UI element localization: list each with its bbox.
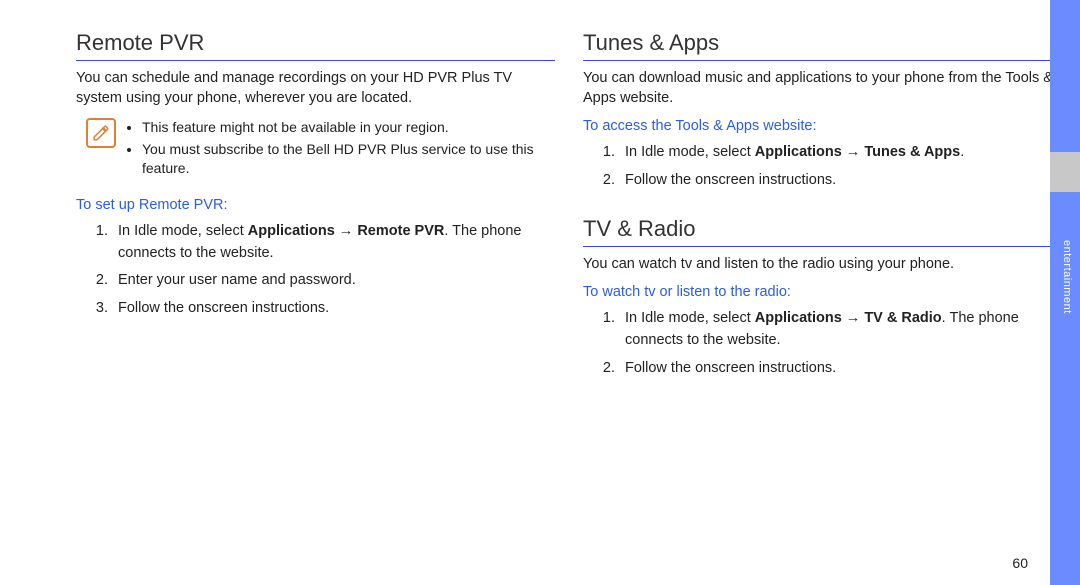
sidebar-label: entertainment — [1061, 240, 1073, 314]
step-item: In Idle mode, select Applications → TV &… — [619, 308, 1062, 352]
remote-pvr-description: You can schedule and manage recordings o… — [76, 69, 555, 108]
note-bullet-list: This feature might not be available in y… — [126, 118, 555, 181]
note-item: You must subscribe to the Bell HD PVR Pl… — [142, 140, 555, 179]
step-item: Follow the onscreen instructions. — [619, 170, 1062, 192]
subheading-watch-tv-radio: To watch tv or listen to the radio: — [583, 284, 1062, 300]
right-column: Tunes & Apps You can download music and … — [583, 30, 1062, 385]
note-item: This feature might not be available in y… — [142, 118, 555, 138]
step-item: Enter your user name and password. — [112, 270, 555, 292]
note-pencil-icon — [86, 118, 116, 148]
sidebar-section-marker — [1050, 152, 1080, 192]
left-column: Remote PVR You can schedule and manage r… — [76, 30, 555, 385]
page-number: 60 — [1012, 555, 1028, 571]
heading-tv-radio: TV & Radio — [583, 216, 1062, 247]
step-item: In Idle mode, select Applications → Remo… — [112, 221, 555, 265]
tunes-apps-description: You can download music and applications … — [583, 69, 1062, 108]
note-box: This feature might not be available in y… — [86, 118, 555, 181]
heading-remote-pvr: Remote PVR — [76, 30, 555, 61]
subheading-setup-remote-pvr: To set up Remote PVR: — [76, 197, 555, 213]
heading-tunes-apps: Tunes & Apps — [583, 30, 1062, 61]
page-body: Remote PVR You can schedule and manage r… — [0, 0, 1080, 405]
remote-pvr-steps: In Idle mode, select Applications → Remo… — [76, 221, 555, 320]
step-item: Follow the onscreen instructions. — [112, 298, 555, 320]
step-item: In Idle mode, select Applications → Tune… — [619, 142, 1062, 164]
step-item: Follow the onscreen instructions. — [619, 358, 1062, 380]
tunes-apps-steps: In Idle mode, select Applications → Tune… — [583, 142, 1062, 192]
tv-radio-description: You can watch tv and listen to the radio… — [583, 255, 1062, 275]
tv-radio-steps: In Idle mode, select Applications → TV &… — [583, 308, 1062, 379]
subheading-access-tools-apps: To access the Tools & Apps website: — [583, 118, 1062, 134]
